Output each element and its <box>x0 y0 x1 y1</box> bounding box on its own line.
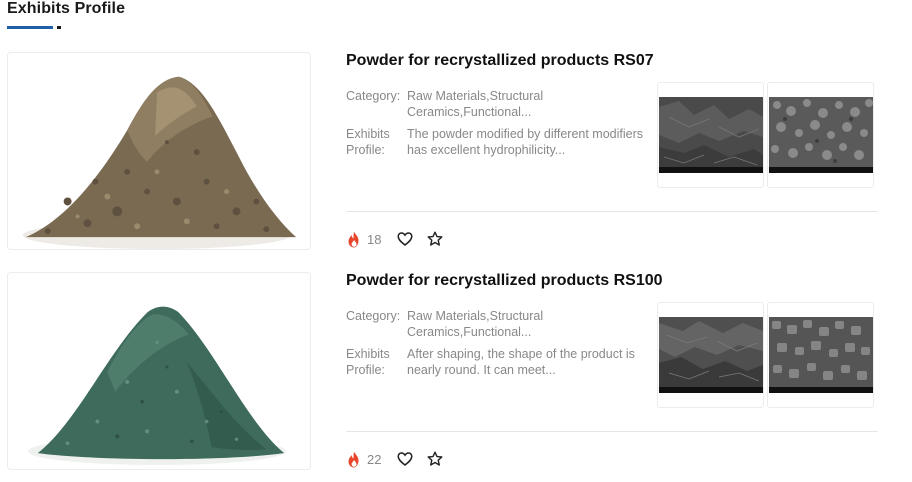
product-image-brown-powder[interactable] <box>7 52 311 250</box>
heart-icon[interactable] <box>397 451 413 467</box>
category-label: Category: <box>346 89 401 103</box>
fire-icon <box>348 451 359 467</box>
category-value: Raw Materials,Structural Ceramics,Functi… <box>407 89 544 119</box>
product-card[interactable]: Powder for recrystallized products RS100… <box>0 272 912 482</box>
sem-image[interactable] <box>657 82 764 188</box>
card-divider <box>346 431 878 432</box>
profile-label: Exhibits Profile: <box>346 347 390 377</box>
profile-value: The powder modified by different modifie… <box>407 127 643 157</box>
sem-image[interactable] <box>767 82 874 188</box>
card-actions: 18 <box>346 230 443 248</box>
product-title[interactable]: Powder for recrystallized products RS100 <box>346 272 663 290</box>
title-underline <box>7 26 53 29</box>
view-count: 22 <box>367 451 382 467</box>
card-actions: 22 <box>346 450 443 468</box>
star-icon[interactable] <box>427 451 443 467</box>
product-card[interactable]: Powder for recrystallized products RS07 … <box>0 52 912 262</box>
sem-image[interactable] <box>657 302 764 408</box>
product-title[interactable]: Powder for recrystallized products RS07 <box>346 52 654 70</box>
fire-icon <box>348 231 359 247</box>
heart-icon[interactable] <box>397 231 413 247</box>
profile-value: After shaping, the shape of the product … <box>407 347 635 377</box>
star-icon[interactable] <box>427 231 443 247</box>
sem-image[interactable] <box>767 302 874 408</box>
title-underline-dot <box>57 26 61 29</box>
profile-label: Exhibits Profile: <box>346 127 390 157</box>
section-title: Exhibits Profile <box>7 0 126 17</box>
card-divider <box>346 211 878 212</box>
category-value: Raw Materials,Structural Ceramics,Functi… <box>407 309 544 339</box>
product-image-green-powder[interactable] <box>7 272 311 470</box>
category-label: Category: <box>346 309 401 323</box>
view-count: 18 <box>367 231 382 247</box>
